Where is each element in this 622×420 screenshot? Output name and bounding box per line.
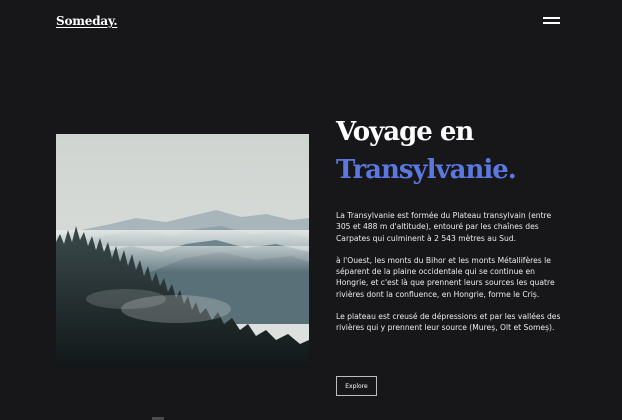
hamburger-menu-icon[interactable]	[543, 17, 560, 25]
paragraph-2: à l'Ouest, les monts du Bihor et les mon…	[336, 255, 555, 299]
menu-bar-bottom	[543, 22, 560, 24]
explore-button[interactable]: Explore	[336, 376, 377, 396]
mountain-forest-photo	[56, 134, 309, 368]
site-logo[interactable]: Someday.	[56, 14, 118, 28]
title-line-1: Voyage en	[336, 117, 474, 147]
menu-bar-top	[543, 17, 560, 19]
description-text: La Transylvanie est formée du Plateau tr…	[336, 210, 562, 345]
title-line-2-accent: Transylvanie.	[336, 155, 517, 185]
page-title: Voyage en Transylvanie.	[336, 113, 517, 189]
paragraph-1: La Transylvanie est formée du Plateau tr…	[336, 211, 552, 243]
paragraph-3: Le plateau est creusé de dépressions et …	[336, 312, 561, 333]
